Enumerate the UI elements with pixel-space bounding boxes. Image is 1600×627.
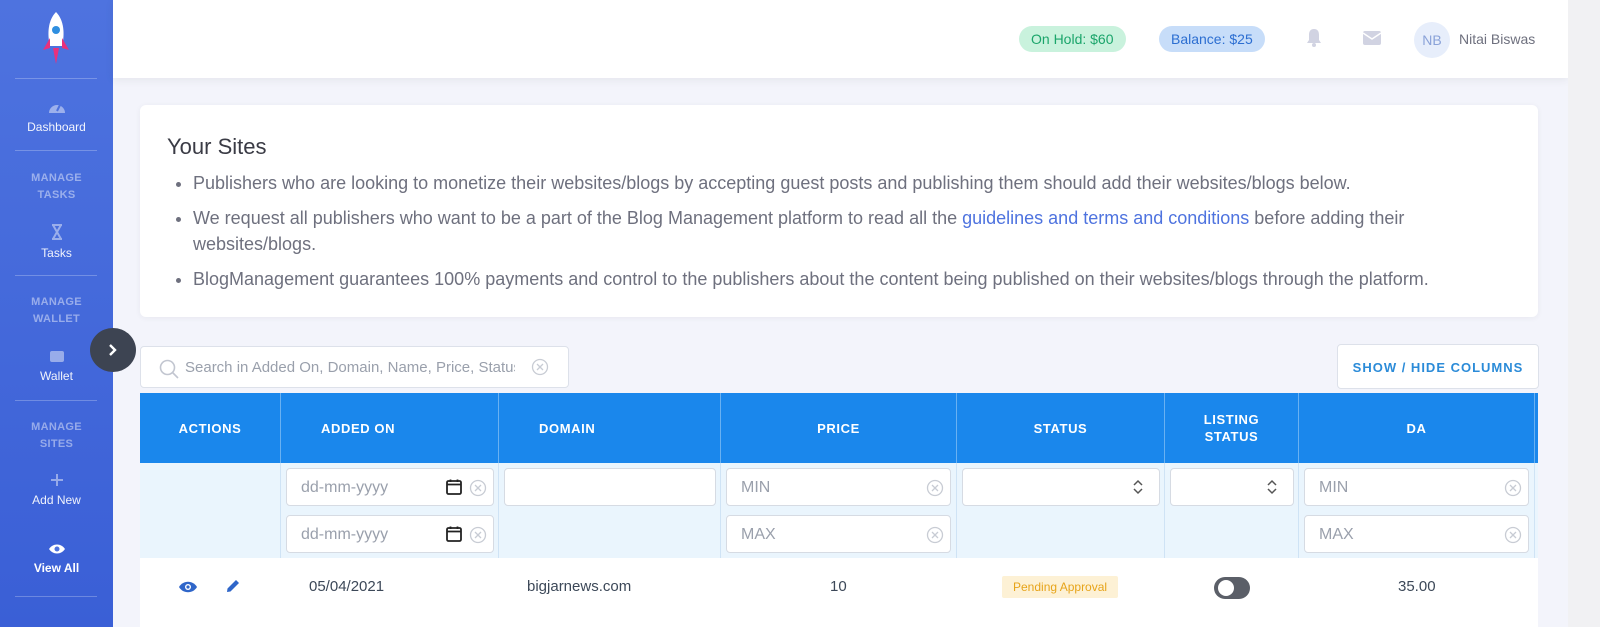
page-title: Your Sites bbox=[167, 134, 267, 159]
added-on-to-input[interactable]: dd-mm-yyyy bbox=[286, 515, 494, 553]
clear-filter-icon[interactable] bbox=[926, 479, 944, 497]
date-placeholder: dd-mm-yyyy bbox=[301, 479, 389, 496]
sidebar: Dashboard MANAGE TASKS Tasks MANAGE WALL… bbox=[0, 0, 113, 627]
sidebar-item-label: Add New bbox=[32, 493, 81, 507]
balance-badge: Balance: $25 bbox=[1159, 26, 1265, 52]
added-on-cell: 05/04/2021 bbox=[309, 578, 385, 595]
search-box bbox=[140, 346, 569, 388]
table-row: 05/04/2021 bigjarnews.com 10 Pending App… bbox=[140, 558, 1538, 627]
hourglass-icon bbox=[51, 224, 62, 240]
sidebar-item-tasks[interactable]: Tasks bbox=[0, 224, 113, 260]
dashboard-gauge-icon bbox=[48, 104, 65, 113]
column-header-actions[interactable]: ACTIONS bbox=[140, 393, 281, 463]
scrollbar[interactable] bbox=[1568, 0, 1600, 627]
avatar[interactable]: NB bbox=[1414, 22, 1450, 58]
clear-filter-icon[interactable] bbox=[469, 479, 487, 497]
domain-filter-input[interactable] bbox=[504, 468, 716, 506]
max-placeholder: MAX bbox=[1319, 526, 1354, 543]
plus-icon bbox=[50, 474, 63, 486]
info-list: Publishers who are looking to monetize t… bbox=[193, 170, 1493, 301]
min-placeholder: MIN bbox=[741, 479, 771, 496]
clear-filter-icon[interactable] bbox=[469, 526, 487, 544]
rocket-logo-icon[interactable] bbox=[40, 10, 72, 68]
filter-cell bbox=[1165, 463, 1299, 558]
column-header-added-on[interactable]: ADDED ON bbox=[281, 393, 499, 463]
sidebar-heading-manage-wallet: MANAGE WALLET bbox=[31, 296, 82, 325]
search-input[interactable] bbox=[185, 355, 515, 379]
clear-search-icon[interactable] bbox=[531, 358, 549, 376]
sidebar-heading-manage-tasks: MANAGE TASKS bbox=[31, 172, 82, 201]
show-hide-columns-button[interactable]: SHOW / HIDE COLUMNS bbox=[1337, 344, 1539, 389]
sidebar-divider bbox=[15, 78, 97, 79]
chevron-right-icon bbox=[109, 344, 117, 356]
status-badge: Pending Approval bbox=[1002, 576, 1119, 598]
sidebar-item-label: Dashboard bbox=[27, 120, 86, 134]
min-placeholder: MIN bbox=[1319, 479, 1349, 496]
eye-icon bbox=[48, 544, 65, 554]
column-header-domain[interactable]: DOMAIN bbox=[499, 393, 721, 463]
select-arrows-icon bbox=[1133, 479, 1143, 495]
clear-filter-icon[interactable] bbox=[1504, 526, 1522, 544]
sidebar-divider bbox=[15, 400, 97, 401]
listing-status-filter-select[interactable] bbox=[1170, 468, 1294, 506]
calendar-icon[interactable] bbox=[446, 526, 462, 542]
edit-pencil-icon[interactable] bbox=[225, 578, 241, 594]
sidebar-divider bbox=[15, 150, 97, 151]
filter-row: dd-mm-yyyy dd-mm-yyyy MIN MAX MIN MAX bbox=[140, 463, 1538, 558]
column-header-listing-status[interactable]: LISTING STATUS bbox=[1165, 393, 1299, 463]
column-header-price[interactable]: PRICE bbox=[721, 393, 957, 463]
info-bullet: We request all publishers who want to be… bbox=[193, 205, 1493, 257]
select-arrows-icon bbox=[1267, 479, 1277, 495]
bell-icon[interactable] bbox=[1306, 28, 1322, 48]
calendar-icon[interactable] bbox=[446, 479, 462, 495]
guidelines-link[interactable]: guidelines and terms and conditions bbox=[962, 208, 1249, 228]
filter-cell bbox=[499, 463, 721, 558]
table-header: ACTIONS ADDED ON DOMAIN PRICE STATUS LIS… bbox=[140, 393, 1538, 463]
envelope-icon[interactable] bbox=[1362, 30, 1382, 46]
info-card: Your Sites Publishers who are looking to… bbox=[140, 105, 1538, 317]
sidebar-toggle-button[interactable] bbox=[90, 328, 136, 372]
clear-filter-icon[interactable] bbox=[1504, 479, 1522, 497]
date-placeholder: dd-mm-yyyy bbox=[301, 526, 389, 543]
sidebar-item-label: View All bbox=[33, 561, 80, 575]
status-filter-select[interactable] bbox=[962, 468, 1160, 506]
topbar: On Hold: $60 Balance: $25 NB Nitai Biswa… bbox=[113, 0, 1568, 78]
sidebar-item-dashboard[interactable]: Dashboard bbox=[0, 100, 113, 134]
sidebar-item-label: Tasks bbox=[41, 246, 72, 260]
filter-cell: MIN MAX bbox=[1299, 463, 1535, 558]
sidebar-divider bbox=[15, 275, 97, 276]
column-header-da[interactable]: DA bbox=[1299, 393, 1535, 463]
da-cell: 35.00 bbox=[1398, 578, 1436, 595]
price-max-input[interactable]: MAX bbox=[726, 515, 951, 553]
on-hold-badge: On Hold: $60 bbox=[1019, 26, 1126, 52]
da-max-input[interactable]: MAX bbox=[1304, 515, 1529, 553]
search-icon bbox=[159, 359, 179, 379]
price-cell: 10 bbox=[830, 578, 847, 595]
max-placeholder: MAX bbox=[741, 526, 776, 543]
clear-filter-icon[interactable] bbox=[926, 526, 944, 544]
da-min-input[interactable]: MIN bbox=[1304, 468, 1529, 506]
sidebar-item-add-new[interactable]: Add New bbox=[0, 473, 113, 507]
sidebar-heading-manage-sites: MANAGE SITES bbox=[31, 421, 82, 450]
info-bullet: BlogManagement guarantees 100% payments … bbox=[193, 266, 1493, 292]
added-on-from-input[interactable]: dd-mm-yyyy bbox=[286, 468, 494, 506]
view-eye-icon[interactable] bbox=[178, 580, 198, 594]
domain-cell: bigjarnews.com bbox=[527, 578, 632, 595]
sidebar-item-label: Wallet bbox=[40, 369, 73, 383]
column-header-status[interactable]: STATUS bbox=[957, 393, 1165, 463]
filter-cell bbox=[140, 463, 281, 558]
filter-cell: MIN MAX bbox=[721, 463, 957, 558]
filter-cell: dd-mm-yyyy dd-mm-yyyy bbox=[281, 463, 499, 558]
info-bullet: Publishers who are looking to monetize t… bbox=[193, 170, 1493, 196]
price-min-input[interactable]: MIN bbox=[726, 468, 951, 506]
sidebar-item-view-all[interactable]: View All bbox=[0, 543, 113, 575]
filter-cell bbox=[957, 463, 1165, 558]
sidebar-divider bbox=[15, 596, 97, 597]
listing-status-toggle[interactable] bbox=[1214, 577, 1250, 599]
user-name[interactable]: Nitai Biswas bbox=[1459, 31, 1535, 47]
info-text: We request all publishers who want to be… bbox=[193, 208, 963, 228]
wallet-icon bbox=[49, 351, 64, 362]
